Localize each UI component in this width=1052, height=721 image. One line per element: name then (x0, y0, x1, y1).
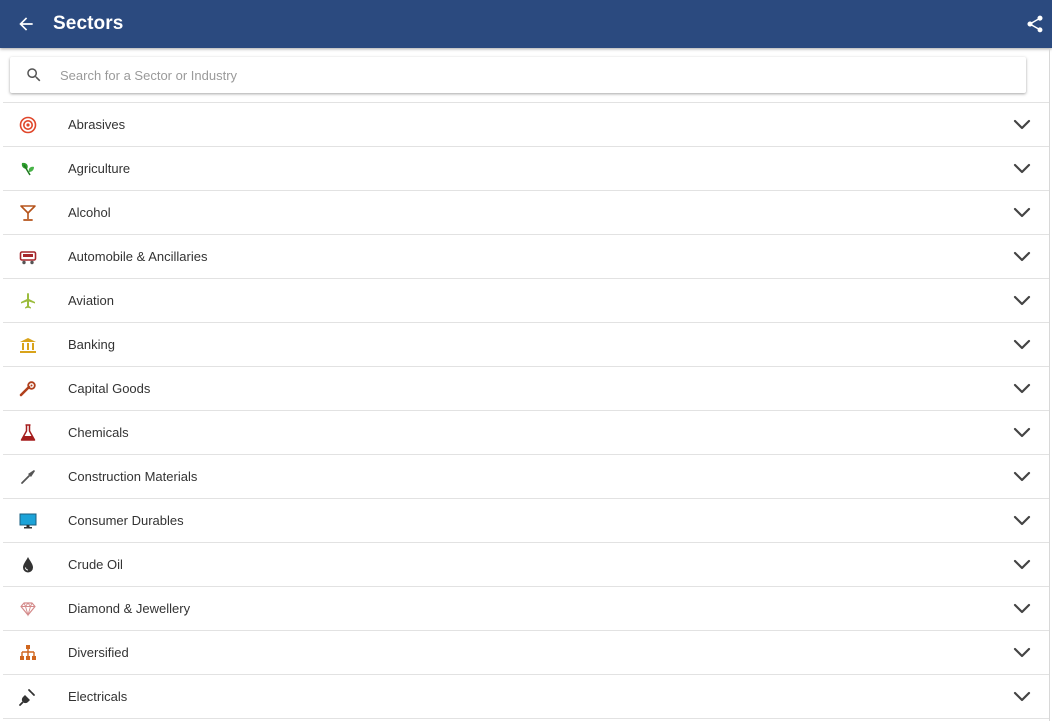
abrasives-icon (18, 115, 38, 135)
share-icon (1027, 15, 1043, 33)
automobile-icon (18, 247, 38, 267)
arrow-left-icon (19, 17, 33, 31)
sector-label: Crude Oil (68, 557, 123, 572)
sector-label: Diamond & Jewellery (68, 601, 191, 616)
sector-row-diversified[interactable]: Diversified (3, 631, 1049, 675)
sector-row-capital-goods[interactable]: Capital Goods (3, 367, 1049, 411)
sector-row-automobile[interactable]: Automobile & Ancillaries (3, 235, 1049, 279)
aviation-icon (18, 291, 38, 311)
search-bar (10, 57, 1026, 93)
sector-row-agriculture[interactable]: Agriculture (3, 147, 1049, 191)
sector-label: Automobile & Ancillaries (68, 249, 208, 264)
chemicals-icon (18, 423, 38, 443)
chevron-down-icon[interactable] (1012, 425, 1032, 441)
search-icon (27, 68, 41, 82)
chevron-down-icon[interactable] (1012, 513, 1032, 529)
chevron-down-icon[interactable] (1012, 205, 1032, 221)
sector-label: Consumer Durables (68, 513, 184, 528)
electricals-icon (18, 687, 38, 707)
app-bar: Sectors (0, 0, 1052, 48)
sector-label: Alcohol (68, 205, 111, 220)
sector-label: Banking (68, 337, 115, 352)
sector-label: Construction Materials (68, 469, 198, 484)
chevron-down-icon[interactable] (1012, 557, 1032, 573)
chevron-down-icon[interactable] (1012, 249, 1032, 265)
sector-row-consumer-durables[interactable]: Consumer Durables (3, 499, 1049, 543)
share-button[interactable] (1024, 13, 1046, 35)
sector-list: Abrasives Agriculture Alcohol Automobile… (3, 102, 1049, 719)
sector-row-abrasives[interactable]: Abrasives (3, 103, 1049, 147)
sector-label: Abrasives (68, 117, 126, 132)
scroll-divider (1049, 49, 1050, 721)
alcohol-icon (18, 203, 38, 223)
sector-label: Electricals (68, 689, 128, 704)
crude-oil-icon (18, 555, 38, 575)
page-title: Sectors (53, 13, 124, 34)
sector-row-electricals[interactable]: Electricals (3, 675, 1049, 719)
agriculture-icon (18, 159, 38, 179)
sector-label: Diversified (68, 645, 129, 660)
chevron-down-icon[interactable] (1012, 381, 1032, 397)
chevron-down-icon[interactable] (1012, 337, 1032, 353)
chevron-down-icon[interactable] (1012, 645, 1032, 661)
sector-label: Chemicals (68, 425, 129, 440)
chevron-down-icon[interactable] (1012, 689, 1032, 705)
diamond-icon (18, 599, 38, 619)
sector-label: Agriculture (68, 161, 131, 176)
construction-materials-icon (18, 467, 38, 487)
chevron-down-icon[interactable] (1012, 601, 1032, 617)
sector-row-alcohol[interactable]: Alcohol (3, 191, 1049, 235)
banking-icon (18, 335, 38, 355)
chevron-down-icon[interactable] (1012, 161, 1032, 177)
sector-row-crude-oil[interactable]: Crude Oil (3, 543, 1049, 587)
capital-goods-icon (18, 379, 38, 399)
back-button[interactable] (14, 12, 38, 36)
consumer-durables-icon (18, 511, 38, 531)
sector-row-chemicals[interactable]: Chemicals (3, 411, 1049, 455)
sector-row-banking[interactable]: Banking (3, 323, 1049, 367)
sector-row-construction-materials[interactable]: Construction Materials (3, 455, 1049, 499)
sector-label: Aviation (68, 293, 115, 308)
sector-row-aviation[interactable]: Aviation (3, 279, 1049, 323)
sector-label: Capital Goods (68, 381, 151, 396)
chevron-down-icon[interactable] (1012, 293, 1032, 309)
chevron-down-icon[interactable] (1012, 469, 1032, 485)
sector-row-diamond-jewellery[interactable]: Diamond & Jewellery (3, 587, 1049, 631)
diversified-icon (18, 643, 38, 663)
chevron-down-icon[interactable] (1012, 117, 1032, 133)
search-input[interactable] (58, 63, 1002, 87)
